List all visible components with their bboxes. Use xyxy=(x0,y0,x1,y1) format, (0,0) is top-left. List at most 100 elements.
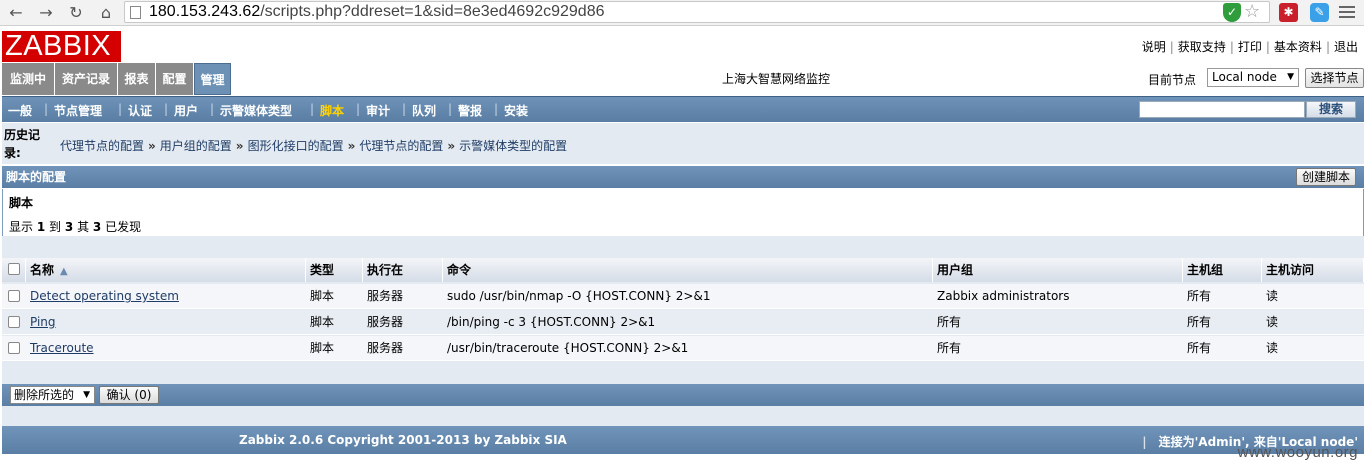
sort-asc-icon: ▲ xyxy=(60,266,68,277)
footer: Zabbix 2.0.6 Copyright 2001-2013 by Zabb… xyxy=(2,426,1364,454)
submenu-audit[interactable]: 审计 xyxy=(366,102,390,119)
history-links: 代理节点的配置» 用户组的配置» 图形化接口的配置» 代理节点的配置» 示警媒体类型的配… xyxy=(60,139,568,153)
submenu-general[interactable]: 一般 xyxy=(8,102,32,119)
browser-toolbar: ← → ↻ ⌂ 180.153.243.62/scripts.php?ddres… xyxy=(0,0,1364,26)
submenu-media-types[interactable]: 示警媒体类型 xyxy=(220,102,292,119)
tab-monitoring[interactable]: 监测中 xyxy=(2,63,55,95)
reload-icon[interactable]: ↻ xyxy=(66,3,86,23)
address-bar[interactable]: 180.153.243.62/scripts.php?ddreset=1&sid… xyxy=(124,1,1270,23)
copyright-text: Zabbix 2.0.6 Copyright 2001-2013 by Zabb… xyxy=(239,433,567,447)
column-header-name[interactable]: 名称 ▲ xyxy=(26,258,306,282)
script-user-group: Zabbix administrators xyxy=(937,289,1070,303)
tab-administration[interactable]: 管理 xyxy=(194,63,231,95)
script-host-access: 读 xyxy=(1266,315,1279,329)
chevron-down-icon: ▼ xyxy=(83,390,90,400)
forward-arrow-icon[interactable]: → xyxy=(36,3,56,23)
script-host-group: 所有 xyxy=(1187,315,1212,329)
profile-link[interactable]: 基本资料 xyxy=(1274,40,1322,54)
table-row: Detect operating system 脚本 服务器 sudo /usr… xyxy=(2,284,1364,309)
extension-icon[interactable]: ✎ xyxy=(1310,3,1329,22)
history-link[interactable]: 示警媒体类型的配置 xyxy=(459,139,567,153)
select-all-header xyxy=(2,258,26,282)
site-title: 上海大智慧网络监控 xyxy=(722,72,831,86)
search-input[interactable] xyxy=(1139,101,1305,118)
zabbix-logo[interactable]: ZABBIX xyxy=(2,31,121,62)
row-checkbox[interactable] xyxy=(8,290,20,302)
submenu-notifications[interactable]: 警报 xyxy=(458,102,482,119)
row-checkbox[interactable] xyxy=(8,316,20,328)
script-type: 脚本 xyxy=(310,315,335,329)
script-name-link[interactable]: Ping xyxy=(30,315,56,329)
table-row: Ping 脚本 服务器 /bin/ping -c 3 {HOST.CONN} 2… xyxy=(2,310,1364,335)
print-link[interactable]: 打印 xyxy=(1238,40,1262,54)
script-type: 脚本 xyxy=(310,289,335,303)
home-icon[interactable]: ⌂ xyxy=(96,3,116,23)
column-header-type[interactable]: 类型 xyxy=(306,258,363,282)
submenu-scripts[interactable]: 脚本 xyxy=(320,102,344,119)
script-exec-on: 服务器 xyxy=(367,341,404,355)
watermark: www.wooyun.org xyxy=(1237,444,1358,461)
column-header-command[interactable]: 命令 xyxy=(443,258,933,282)
tab-reports[interactable]: 报表 xyxy=(118,63,156,95)
script-exec-on: 服务器 xyxy=(367,289,404,303)
url-text: 180.153.243.62/scripts.php?ddreset=1&sid… xyxy=(149,3,605,20)
scripts-table: 名称 ▲ 类型 执行在 命令 用户组 主机组 主机访问 Detect operat… xyxy=(2,258,1364,362)
script-type: 脚本 xyxy=(310,341,335,355)
column-header-user-group: 用户组 xyxy=(933,258,1183,282)
back-arrow-icon[interactable]: ← xyxy=(6,3,26,23)
browser-menu-icon[interactable] xyxy=(1339,6,1355,20)
history-link[interactable]: 代理节点的配置 xyxy=(359,139,443,153)
extension-icon[interactable]: ✱ xyxy=(1279,3,1298,22)
node-select[interactable]: Local node ▼ xyxy=(1207,68,1299,87)
help-link[interactable]: 说明 xyxy=(1142,40,1166,54)
script-host-group: 所有 xyxy=(1187,289,1212,303)
script-command: /usr/bin/traceroute {HOST.CONN} 2>&1 xyxy=(447,341,689,355)
script-user-group: 所有 xyxy=(937,315,962,329)
script-name-link[interactable]: Traceroute xyxy=(30,341,94,355)
create-script-button[interactable]: 创建脚本 xyxy=(1296,168,1356,186)
select-node-button[interactable]: 选择节点 xyxy=(1305,68,1364,88)
history-bar: 历史记录: 代理节点的配置» 用户组的配置» 图形化接口的配置» 代理节点的配置» 示警… xyxy=(2,123,1364,164)
page-icon xyxy=(130,6,141,19)
sub-menu: 一般 | 节点管理 | 认证 | 用户 | 示警媒体类型 | 脚本 | 审计 |… xyxy=(2,96,1364,122)
confirm-button[interactable]: 确认 (0) xyxy=(99,386,159,404)
shield-icon[interactable]: ✓ xyxy=(1223,3,1241,22)
mass-action-select[interactable]: 删除所选的 ▼ xyxy=(10,386,95,404)
history-link[interactable]: 用户组的配置 xyxy=(160,139,232,153)
column-header-host-access: 主机访问 xyxy=(1262,258,1364,282)
section-title: 脚本的配置 xyxy=(2,166,1364,188)
node-label: 目前节点 xyxy=(1148,73,1197,87)
submenu-installation[interactable]: 安装 xyxy=(504,102,528,119)
submenu-users[interactable]: 用户 xyxy=(174,102,198,119)
record-count: 显示 1 到 3 其 3 已发现 xyxy=(9,220,142,234)
bookmark-star-icon[interactable]: ☆ xyxy=(1244,2,1260,22)
tab-inventory[interactable]: 资产记录 xyxy=(55,63,118,95)
history-link[interactable]: 代理节点的配置 xyxy=(60,139,144,153)
history-link[interactable]: 图形化接口的配置 xyxy=(248,139,344,153)
script-host-access: 读 xyxy=(1266,289,1279,303)
submenu-queue[interactable]: 队列 xyxy=(412,102,436,119)
script-exec-on: 服务器 xyxy=(367,315,404,329)
top-links: 说明 | 获取支持 | 打印 | 基本资料 | 退出 xyxy=(1141,40,1358,54)
table-row: Traceroute 脚本 服务器 /usr/bin/traceroute {H… xyxy=(2,336,1364,361)
select-all-checkbox[interactable] xyxy=(8,263,20,275)
column-header-execute-on[interactable]: 执行在 xyxy=(363,258,443,282)
script-host-group: 所有 xyxy=(1187,341,1212,355)
submenu-authentication[interactable]: 认证 xyxy=(128,102,152,119)
submenu-nodes[interactable]: 节点管理 xyxy=(54,102,102,119)
chevron-down-icon: ▼ xyxy=(1287,72,1294,82)
script-command: /bin/ping -c 3 {HOST.CONN} 2>&1 xyxy=(447,315,656,329)
history-label: 历史记录: xyxy=(4,128,41,160)
script-command: sudo /usr/bin/nmap -O {HOST.CONN} 2>&1 xyxy=(447,289,711,303)
tab-configuration[interactable]: 配置 xyxy=(156,63,194,95)
scripts-panel: 脚本 显示 1 到 3 其 3 已发现 xyxy=(2,189,1364,236)
column-header-host-group: 主机组 xyxy=(1183,258,1262,282)
main-menu: 监测中 资产记录 报表 配置 管理 上海大智慧网络监控 目前节点 Local n… xyxy=(2,63,1364,95)
script-name-link[interactable]: Detect operating system xyxy=(30,289,179,303)
row-checkbox[interactable] xyxy=(8,342,20,354)
logout-link[interactable]: 退出 xyxy=(1334,40,1358,54)
search-button[interactable]: 搜索 xyxy=(1306,101,1356,118)
script-host-access: 读 xyxy=(1266,341,1279,355)
support-link[interactable]: 获取支持 xyxy=(1178,40,1226,54)
mass-action-bar: 删除所选的 ▼ 确认 (0) xyxy=(2,384,1364,406)
